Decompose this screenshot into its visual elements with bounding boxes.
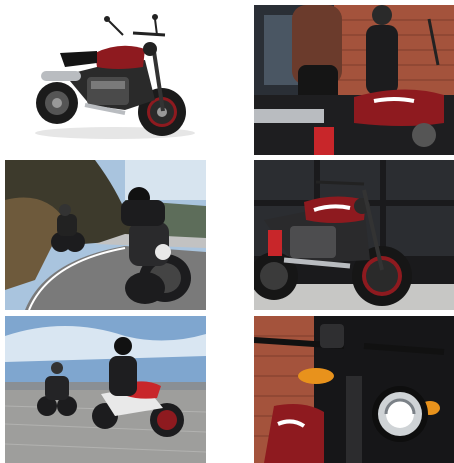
motorcycle-icon — [254, 316, 454, 463]
gallery-image-urban-parked-side[interactable] — [254, 160, 454, 310]
gallery-image-mountain-road-cornering[interactable] — [5, 160, 206, 310]
gallery-image-two-riders-track[interactable] — [5, 316, 206, 463]
motorcycle-icon — [5, 316, 206, 463]
motorcycle-icon — [254, 160, 454, 310]
motorcycle-icon — [5, 5, 206, 155]
motorcycle-icon — [254, 5, 454, 155]
gallery-image-rider-seated-closeup[interactable] — [254, 5, 454, 155]
gallery-image-headlight-closeup[interactable] — [254, 316, 454, 463]
motorcycle-icon — [5, 160, 206, 310]
gallery-image-studio-side-view[interactable] — [5, 5, 206, 155]
